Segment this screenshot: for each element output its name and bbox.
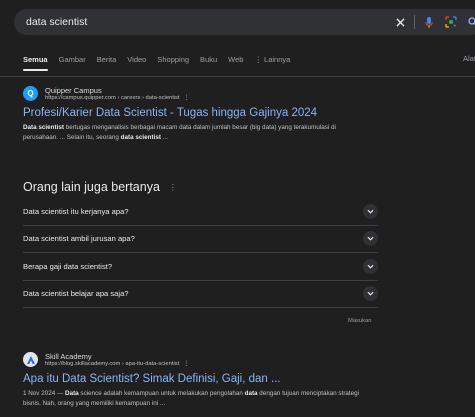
tab-gambar[interactable]: Gambar xyxy=(59,55,86,64)
search-bar-icons xyxy=(389,9,475,35)
paa-question[interactable]: Berapa gaji data scientist? xyxy=(23,253,378,281)
more-options-icon[interactable]: ⋮ xyxy=(169,183,177,192)
paa-question[interactable]: Data scientist belajar apa saja? xyxy=(23,281,378,308)
snippet-text: ... xyxy=(160,134,168,142)
site-name: Skill Academy xyxy=(45,352,92,361)
chevron-down-icon[interactable] xyxy=(363,258,378,274)
lens-icon[interactable] xyxy=(440,9,462,35)
site-name: Quipper Campus xyxy=(45,86,102,95)
paa-question-text: Data scientist itu kerjanya apa? xyxy=(23,206,129,216)
more-options-icon[interactable]: ⋮ xyxy=(183,361,189,367)
snippet-bold: Data xyxy=(65,389,79,397)
paa-list: Data scientist itu kerjanya apa? Data sc… xyxy=(23,198,378,308)
more-options-icon[interactable]: ⋮ xyxy=(184,95,190,101)
snippet-text: bertugas menganalisis berbagai macam dat… xyxy=(23,123,336,142)
search-tabs: Semua Gambar Berita Video Shopping Buku … xyxy=(23,50,290,71)
tab-semua[interactable]: Semua xyxy=(23,55,48,71)
tab-video[interactable]: Video xyxy=(127,55,146,64)
chevron-down-icon[interactable] xyxy=(363,203,378,219)
skill-academy-favicon-icon xyxy=(23,352,38,368)
tabs-divider xyxy=(0,76,475,77)
search-icon[interactable] xyxy=(462,9,475,35)
search-bar[interactable]: data scientist xyxy=(14,9,475,35)
site-meta: Quipper Campus https://campus.quipper.co… xyxy=(45,86,189,102)
site-meta: Skill Academy https://blog.skillacademy.… xyxy=(45,352,189,368)
paa-question-text: Data scientist ambil jurusan apa? xyxy=(23,234,135,244)
quipper-favicon-icon: Q xyxy=(23,86,38,102)
paa-question-text: Berapa gaji data scientist? xyxy=(23,261,113,271)
tab-berita[interactable]: Berita xyxy=(97,55,117,64)
result-snippet: 1 Nov 2024 — Data science adalah kemampu… xyxy=(23,389,363,410)
snippet-text: science adalah kemampuan untuk melakukan… xyxy=(78,389,245,397)
chevron-down-icon[interactable] xyxy=(363,231,378,247)
paa-heading: Orang lain juga bertanya ⋮ xyxy=(23,180,177,194)
site-url-text: https://blog.skillacademy.com › apa-itu-… xyxy=(45,361,180,367)
snippet-bold: Data scientist xyxy=(23,123,64,131)
tab-shopping[interactable]: Shopping xyxy=(157,55,189,64)
site-url: https://campus.quipper.com › careers › d… xyxy=(45,95,189,102)
result-snippet: Data scientist bertugas menganalisis ber… xyxy=(23,123,363,144)
close-icon[interactable] xyxy=(389,9,411,35)
search-result: Skill Academy https://blog.skillacademy.… xyxy=(23,352,403,410)
paa-question[interactable]: Data scientist itu kerjanya apa? xyxy=(23,198,378,226)
tab-lainnya[interactable]: ⋮ Lainnya xyxy=(254,55,290,64)
search-result: Q Quipper Campus https://campus.quipper.… xyxy=(23,86,403,144)
paa-question-text: Data scientist belajar apa saja? xyxy=(23,289,129,299)
snippet-bold: data xyxy=(244,389,258,397)
result-site-row[interactable]: Q Quipper Campus https://campus.quipper.… xyxy=(23,86,403,102)
feedback-link[interactable]: Masukan xyxy=(348,318,372,324)
tab-web[interactable]: Web xyxy=(228,55,243,64)
result-site-row[interactable]: Skill Academy https://blog.skillacademy.… xyxy=(23,352,403,368)
paa-title: Orang lain juga bertanya xyxy=(23,180,160,194)
search-bar-divider xyxy=(414,15,415,29)
search-results-page: data scientist Semua Gambar Berita Video… xyxy=(0,0,475,417)
result-title-link[interactable]: Profesi/Karier Data Scientist - Tugas hi… xyxy=(23,107,403,119)
site-url-text: https://campus.quipper.com › careers › d… xyxy=(45,95,180,101)
tab-buku[interactable]: Buku xyxy=(200,55,217,64)
result-title-link[interactable]: Apa itu Data Scientist? Simak Definisi, … xyxy=(23,373,403,385)
mic-icon[interactable] xyxy=(418,9,440,35)
site-url: https://blog.skillacademy.com › apa-itu-… xyxy=(45,361,189,368)
snippet-bold: data scientist xyxy=(120,134,161,142)
tab-tools[interactable]: Alat xyxy=(463,50,475,68)
snippet-text: 1 Nov 2024 — xyxy=(23,389,66,397)
paa-question[interactable]: Data scientist ambil jurusan apa? xyxy=(23,226,378,253)
chevron-down-icon[interactable] xyxy=(363,286,378,302)
